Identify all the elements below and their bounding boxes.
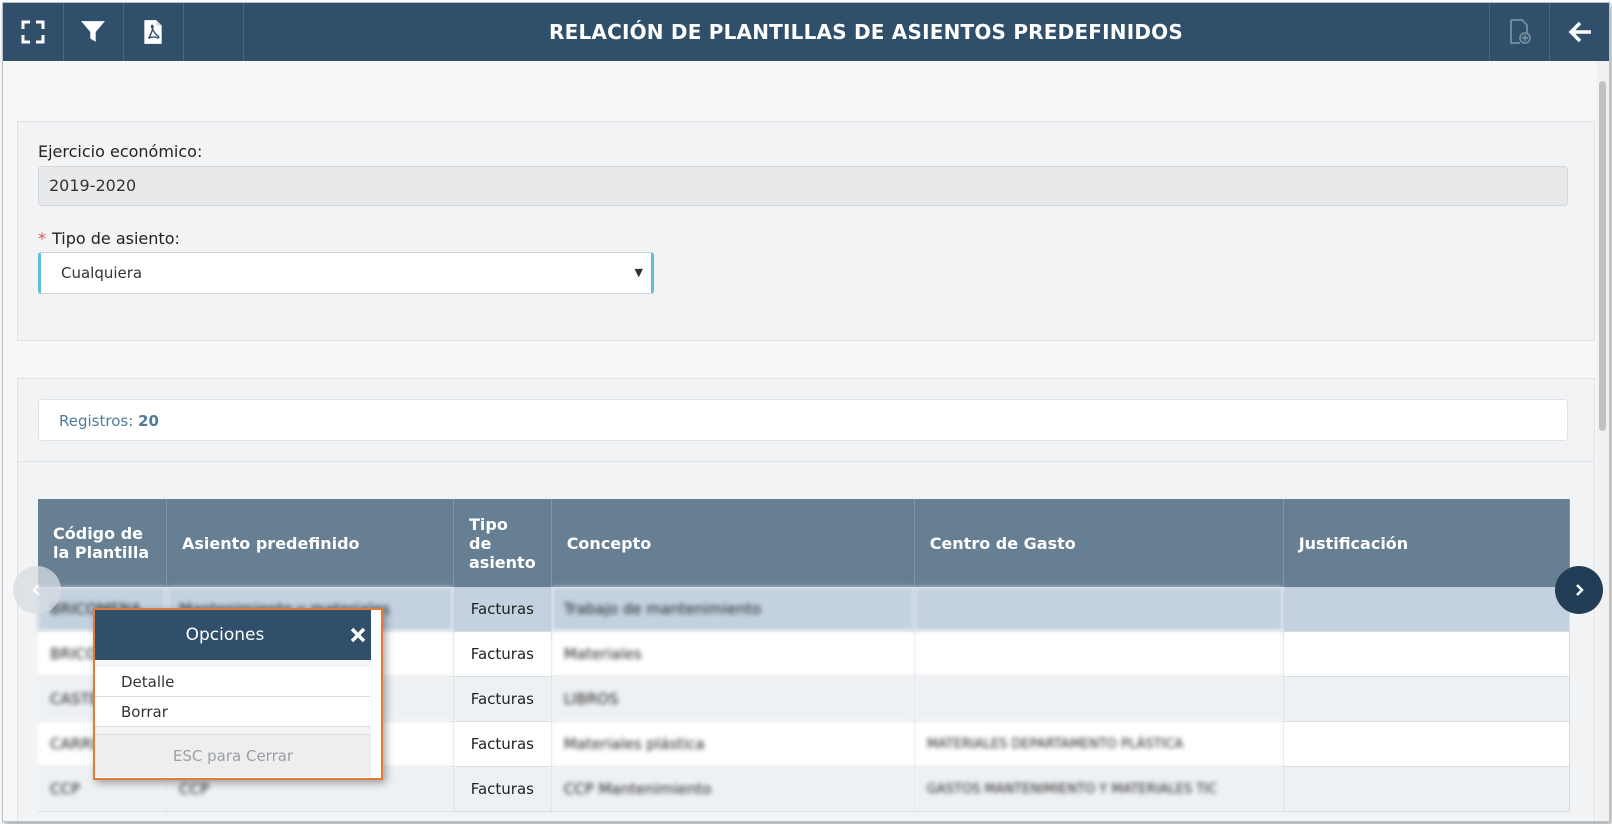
popup-header: Opciones [95,610,371,660]
scroll-right-button[interactable] [1555,566,1603,614]
cell-justificacion[interactable] [1283,766,1571,812]
record-count: Registros: 20 [38,399,1568,441]
cell-tipo[interactable]: Facturas [453,721,552,767]
chevron-right-icon [1576,584,1584,596]
cell-concepto[interactable]: CCP Mantenimiento [551,766,915,812]
cell-centro[interactable]: GASTOS MANTENIMIENTO Y MATERIALES TIC [914,766,1284,812]
chevron-left-icon [32,584,40,596]
cell-justificacion[interactable] [1283,676,1571,722]
col-header-justificacion[interactable]: Justificación [1283,499,1571,587]
pdf-button[interactable] [123,3,184,61]
fullscreen-icon [21,20,45,44]
tipo-asiento-label: * Tipo de asiento: [38,229,180,248]
option-detalle[interactable]: Detalle [95,667,371,697]
add-document-button[interactable] [1489,3,1550,61]
col-header-centro[interactable]: Centro de Gasto [914,499,1284,587]
cell-justificacion[interactable] [1283,587,1571,632]
cell-concepto[interactable]: Materiales plástica [551,721,915,767]
back-arrow-icon [1568,21,1591,43]
cell-tipo[interactable]: Facturas [453,631,552,677]
filter-icon [81,21,105,42]
esc-close-hint: ESC para Cerrar [95,734,371,777]
toolbar-empty-slot [183,3,244,61]
fullscreen-button[interactable] [3,3,64,61]
table-header-row: Código de la Plantilla Asiento predefini… [38,499,1571,587]
record-count-label: Registros: [59,412,134,430]
ejercicio-field: 2019-2020 [38,166,1568,206]
filter-panel: Ejercicio económico: 2019-2020 * Tipo de … [17,121,1595,341]
pdf-icon [144,20,162,44]
cell-concepto[interactable]: Trabajo de mantenimiento [551,587,915,632]
cell-centro[interactable] [914,676,1284,722]
tipo-asiento-label-text: Tipo de asiento: [52,229,180,248]
popup-close-button[interactable] [349,626,367,644]
options-popup: Opciones Detalle Borrar ESC para Cerrar [93,608,383,780]
cell-tipo[interactable]: Facturas [453,587,552,632]
section-divider [18,461,1594,462]
col-header-tipo[interactable]: Tipo de asiento [453,499,552,587]
col-header-asiento[interactable]: Asiento predefinido [166,499,454,587]
add-document-icon [1510,19,1531,44]
ejercicio-label: Ejercicio económico: [38,142,203,161]
required-marker: * [38,229,46,248]
cell-justificacion[interactable] [1283,721,1571,767]
scrollbar-thumb[interactable] [1599,81,1606,431]
page-title: RELACIÓN DE PLANTILLAS DE ASIENTOS PREDE… [548,20,1183,44]
option-borrar[interactable]: Borrar [95,697,371,727]
record-count-value: 20 [138,412,159,430]
vertical-scrollbar[interactable] [1597,61,1609,821]
cell-centro[interactable] [914,587,1284,632]
cell-concepto[interactable]: Materiales [551,631,915,677]
tipo-asiento-value: Cualquiera [61,264,143,282]
cell-tipo[interactable]: Facturas [453,676,552,722]
cell-centro[interactable] [914,631,1284,677]
popup-body: Detalle Borrar ESC para Cerrar [95,660,371,777]
filter-button[interactable] [63,3,124,61]
back-button[interactable] [1549,3,1609,61]
close-icon [350,627,366,643]
app-window: RELACIÓN DE PLANTILLAS DE ASIENTOS PREDE… [2,2,1610,822]
cell-concepto[interactable]: LIBROS [551,676,915,722]
cell-centro[interactable]: MATERIALES DEPARTAMENTO PLÁSTICA [914,721,1284,767]
tipo-asiento-select[interactable]: Cualquiera ▼ [38,252,654,294]
cell-tipo[interactable]: Facturas [453,766,552,812]
dropdown-arrow-icon: ▼ [634,266,643,279]
popup-title: Opciones [185,625,265,645]
col-header-codigo[interactable]: Código de la Plantilla [38,499,167,587]
col-header-concepto[interactable]: Concepto [551,499,915,587]
scroll-left-button[interactable] [13,566,61,614]
cell-justificacion[interactable] [1283,631,1571,677]
top-toolbar: RELACIÓN DE PLANTILLAS DE ASIENTOS PREDE… [3,3,1609,61]
